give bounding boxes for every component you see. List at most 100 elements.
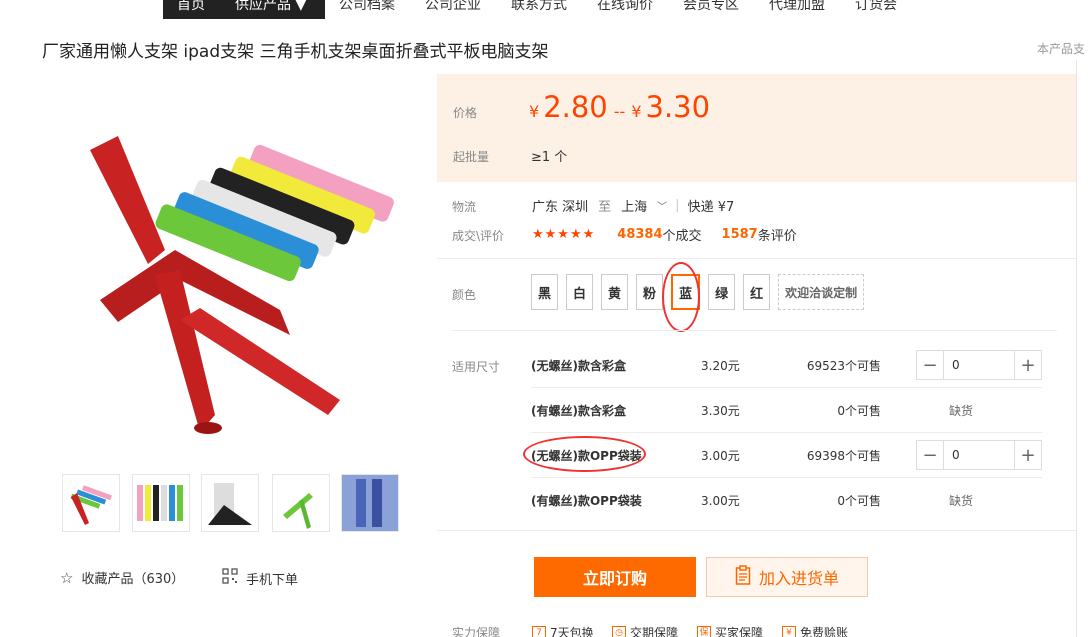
mobile-order-label: 手机下单 (246, 572, 299, 588)
minus-icon[interactable]: − (917, 441, 944, 469)
delivery-icon: ◷ (612, 625, 626, 637)
top-navigation: 首页 供应产品 ▼ 公司档案 公司企业 联系方式 在线询价 会员专区 代理加盟 … (0, 0, 1092, 19)
nav-company-profile[interactable]: 公司档案 (339, 0, 395, 14)
price-range: ¥ 2.80 -- ¥ 3.30 (529, 90, 710, 124)
quantity-stepper: − + (916, 350, 1042, 380)
guarantee-text: 买家保障 (715, 626, 764, 637)
favorite-button[interactable]: ☆ 收藏产品（630） (60, 568, 185, 588)
guarantee-text: 7天包换 (550, 626, 594, 637)
guarantee-item[interactable]: 保 买家保障 (697, 624, 763, 637)
price-separator: -- (613, 102, 626, 121)
deal-count: 48384 (617, 227, 663, 242)
sku-row: (有螺丝)款含彩盒 3.30元 0个可售 缺货 (531, 389, 1042, 434)
thumbnail-3[interactable] (201, 474, 259, 532)
product-title: 厂家通用懒人支架 ipad支架 三角手机支架桌面折叠式平板电脑支架 (42, 42, 549, 62)
guarantee-text: 免费赊账 (800, 626, 849, 637)
logistics-label: 物流 (452, 200, 477, 214)
chevron-down-icon: ﹀ (657, 202, 668, 213)
thumbnail-4[interactable] (272, 474, 330, 532)
deals-info: ★★★★★ 48384 个成交 1587 条评价 (532, 225, 797, 244)
sku-stock: 69398个可售 (806, 449, 881, 463)
annotation-circle-opp (523, 436, 646, 472)
review-count[interactable]: 1587 (722, 227, 758, 242)
out-of-stock-label: 缺货 (949, 494, 974, 508)
nav-highlight-bar: 首页 供应产品 ▼ (163, 0, 325, 19)
star-outline-icon: ☆ (60, 568, 74, 587)
color-option-red[interactable]: 红 (743, 274, 771, 310)
nav-agent[interactable]: 代理加盟 (769, 0, 825, 14)
currency-symbol-low: ¥ (529, 102, 540, 121)
sku-row: (无螺丝)款含彩盒 3.20元 69523个可售 − + (531, 344, 1042, 389)
product-notice: 本产品支 (1037, 42, 1086, 56)
plus-icon[interactable]: + (1014, 441, 1041, 469)
annotation-circle-blue (662, 262, 700, 332)
add-to-cart-button[interactable]: 加入进货单 (706, 557, 868, 597)
add-to-cart-label: 加入进货单 (758, 569, 839, 588)
sku-stock: 0个可售 (837, 404, 881, 418)
nav-order-fair[interactable]: 订货会 (855, 0, 897, 14)
sku-price: 3.30元 (701, 404, 740, 418)
section-divider (437, 530, 1076, 531)
main-product-image[interactable] (60, 110, 400, 450)
sku-name: (无螺丝)款含彩盒 (531, 359, 626, 373)
return-icon: 7 (532, 625, 546, 637)
clipboard-icon (735, 565, 751, 589)
min-order-label: 起批量 (453, 150, 490, 164)
price-panel: 价格 ¥ 2.80 -- ¥ 3.30 起批量 ≥1 个 (437, 74, 1076, 182)
nav-products[interactable]: 供应产品 ▼ (235, 0, 306, 14)
color-option-black[interactable]: 黑 (531, 274, 559, 310)
sku-row: (有螺丝)款OPP袋装 3.00元 0个可售 缺货 (531, 479, 1042, 524)
min-order-value: ≥1 个 (531, 150, 568, 165)
price-low: 2.80 (543, 90, 608, 124)
guarantee-item[interactable]: 7 7天包换 (532, 624, 594, 637)
sku-price: 3.00元 (701, 494, 740, 508)
quantity-input[interactable] (944, 351, 1014, 379)
nav-company[interactable]: 公司企业 (425, 0, 481, 14)
nav-home[interactable]: 首页 (177, 0, 205, 14)
out-of-stock-label: 缺货 (949, 404, 974, 418)
color-option-yellow[interactable]: 黄 (601, 274, 629, 310)
thumbnail-5[interactable] (341, 474, 399, 532)
sku-price: 3.20元 (701, 359, 740, 373)
sku-price: 3.00元 (701, 449, 740, 463)
ship-from: 广东 深圳 (532, 200, 589, 215)
nav-inquiry[interactable]: 在线询价 (597, 0, 653, 14)
sku-name: (有螺丝)款OPP袋装 (531, 494, 642, 508)
guarantee-text: 交期保障 (630, 626, 679, 637)
section-divider (452, 330, 1057, 331)
guarantee-label: 实力保障 (452, 626, 501, 637)
nav-contact[interactable]: 联系方式 (511, 0, 567, 14)
favorite-label: 收藏产品（630） (81, 572, 185, 587)
plus-icon[interactable]: + (1014, 351, 1041, 379)
review-count-suffix: 条评价 (757, 229, 797, 244)
size-label: 适用尺寸 (452, 360, 501, 374)
ship-to-select[interactable]: 上海 ﹀ (621, 196, 667, 215)
sku-stock: 0个可售 (837, 494, 881, 508)
ship-to-city: 上海 (621, 200, 648, 215)
price-label: 价格 (453, 106, 478, 120)
deals-label: 成交\评价 (452, 229, 505, 243)
color-option-white[interactable]: 白 (566, 274, 594, 310)
color-option-custom[interactable]: 欢迎洽谈定制 (778, 274, 865, 310)
guarantee-item[interactable]: ¥ 免费赊账 (782, 624, 848, 637)
logistics-info: 广东 深圳 至 上海 ﹀ | 快递 ¥7 (532, 196, 734, 215)
right-divider (1076, 60, 1077, 637)
ship-to-word: 至 (598, 200, 612, 215)
quantity-input[interactable] (944, 441, 1014, 469)
credit-icon: ¥ (782, 625, 796, 637)
thumbnail-2[interactable] (132, 474, 190, 532)
minus-icon[interactable]: − (917, 351, 944, 379)
color-option-green[interactable]: 绿 (708, 274, 736, 310)
buy-now-button[interactable]: 立即订购 (534, 557, 696, 597)
qr-code-icon (222, 568, 238, 588)
sku-stock: 69523个可售 (806, 359, 881, 373)
thumbnail-1[interactable] (62, 474, 120, 532)
color-option-pink[interactable]: 粉 (636, 274, 664, 310)
row-divider (531, 387, 1042, 388)
guarantee-item[interactable]: ◷ 交期保障 (612, 624, 678, 637)
divider-pipe: | (675, 198, 680, 213)
currency-symbol-high: ¥ (631, 102, 642, 121)
nav-member[interactable]: 会员专区 (683, 0, 739, 14)
mobile-order-button[interactable]: 手机下单 (222, 568, 298, 588)
price-high: 3.30 (645, 90, 711, 124)
